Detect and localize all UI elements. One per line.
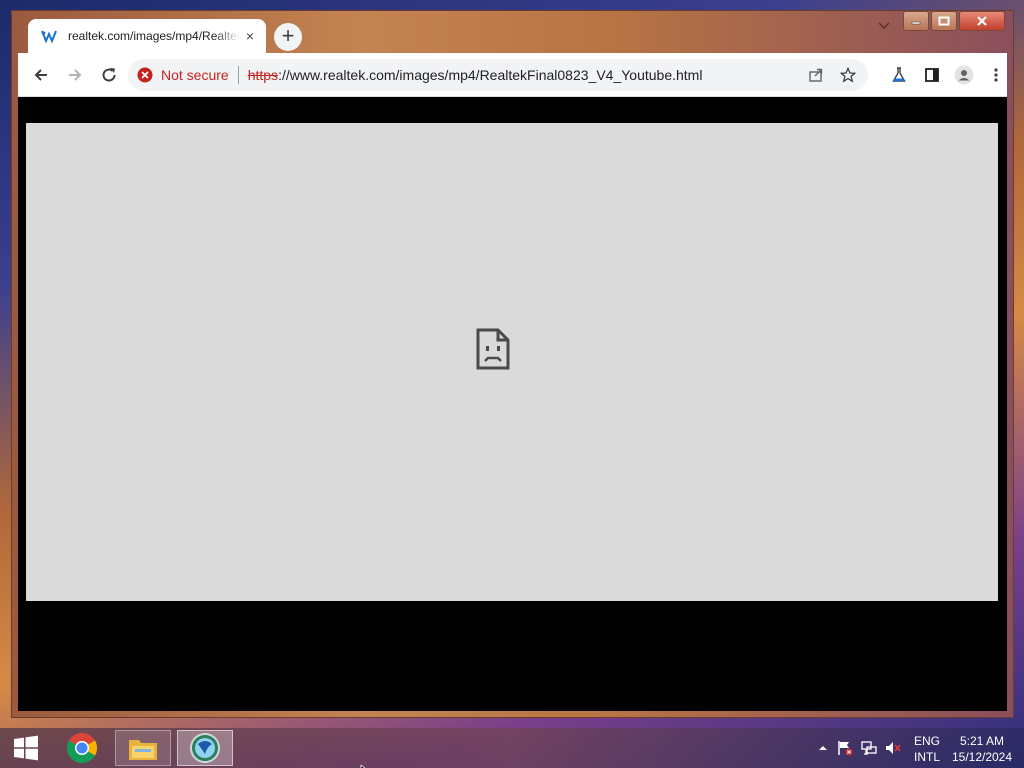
mouse-cursor-icon [360, 760, 370, 768]
profile-icon[interactable] [953, 64, 975, 86]
keyboard-layout: INTL [913, 750, 940, 764]
share-icon[interactable] [808, 67, 824, 83]
realtek-favicon-icon [40, 27, 58, 45]
tab-title: realtek.com/images/mp4/RealtekFinal0823_… [68, 29, 240, 43]
side-panel-icon[interactable] [921, 64, 943, 86]
language-code: ENG [913, 734, 940, 748]
start-button[interactable] [4, 728, 48, 768]
window-controls [903, 11, 1005, 31]
url-path: ://www.realtek.com/images/mp4/RealtekFin… [278, 67, 703, 83]
omnibox-divider [237, 66, 239, 84]
clock-time: 5:21 AM [959, 734, 1005, 748]
security-status-label[interactable]: Not secure [161, 67, 229, 83]
show-hidden-icons-chevron-icon[interactable] [815, 740, 831, 756]
not-secure-warning-icon[interactable] [137, 67, 153, 83]
browser-window: realtek.com/images/mp4/RealtekFinal0823_… [11, 10, 1014, 718]
tab-search-chevron-icon[interactable] [876, 15, 892, 35]
address-bar[interactable]: Not secure https://www.realtek.com/image… [128, 59, 868, 91]
action-center-flag-icon[interactable] [837, 740, 853, 756]
network-icon[interactable] [861, 740, 877, 756]
tab-close-icon[interactable]: × [242, 28, 258, 44]
browser-toolbar: Not secure https://www.realtek.com/image… [18, 53, 1007, 97]
new-tab-button[interactable]: + [274, 23, 302, 51]
system-clock[interactable]: 5:21 AM 15/12/2024 [950, 733, 1014, 765]
back-icon[interactable] [30, 64, 52, 86]
sad-document-icon [476, 328, 510, 370]
page-content [18, 97, 1007, 711]
minimize-button[interactable] [903, 11, 929, 31]
volume-muted-icon[interactable] [885, 740, 901, 756]
reload-icon[interactable] [98, 64, 120, 86]
tab-strip: realtek.com/images/mp4/RealtekFinal0823_… [12, 11, 1013, 53]
url-scheme: https [247, 67, 279, 83]
labs-icon[interactable] [888, 64, 910, 86]
browser-tab[interactable]: realtek.com/images/mp4/RealtekFinal0823_… [28, 19, 266, 53]
taskbar: ENG INTL 5:21 AM 15/12/2024 [0, 728, 1024, 768]
file-explorer-taskbar-icon[interactable] [115, 730, 171, 766]
menu-icon[interactable] [985, 64, 1007, 86]
chrome-taskbar-icon[interactable] [54, 730, 110, 766]
clock-date: 15/12/2024 [951, 750, 1013, 764]
close-window-button[interactable] [959, 11, 1005, 31]
star-icon[interactable] [839, 66, 857, 83]
forward-icon[interactable] [64, 64, 86, 86]
url-text[interactable]: https://www.realtek.com/images/mp4/Realt… [248, 67, 703, 83]
maximize-button[interactable] [931, 11, 957, 31]
input-language-indicator[interactable]: ENG INTL [912, 733, 942, 765]
browser-taskbar-icon[interactable] [177, 730, 233, 766]
video-placeholder[interactable] [26, 123, 998, 601]
